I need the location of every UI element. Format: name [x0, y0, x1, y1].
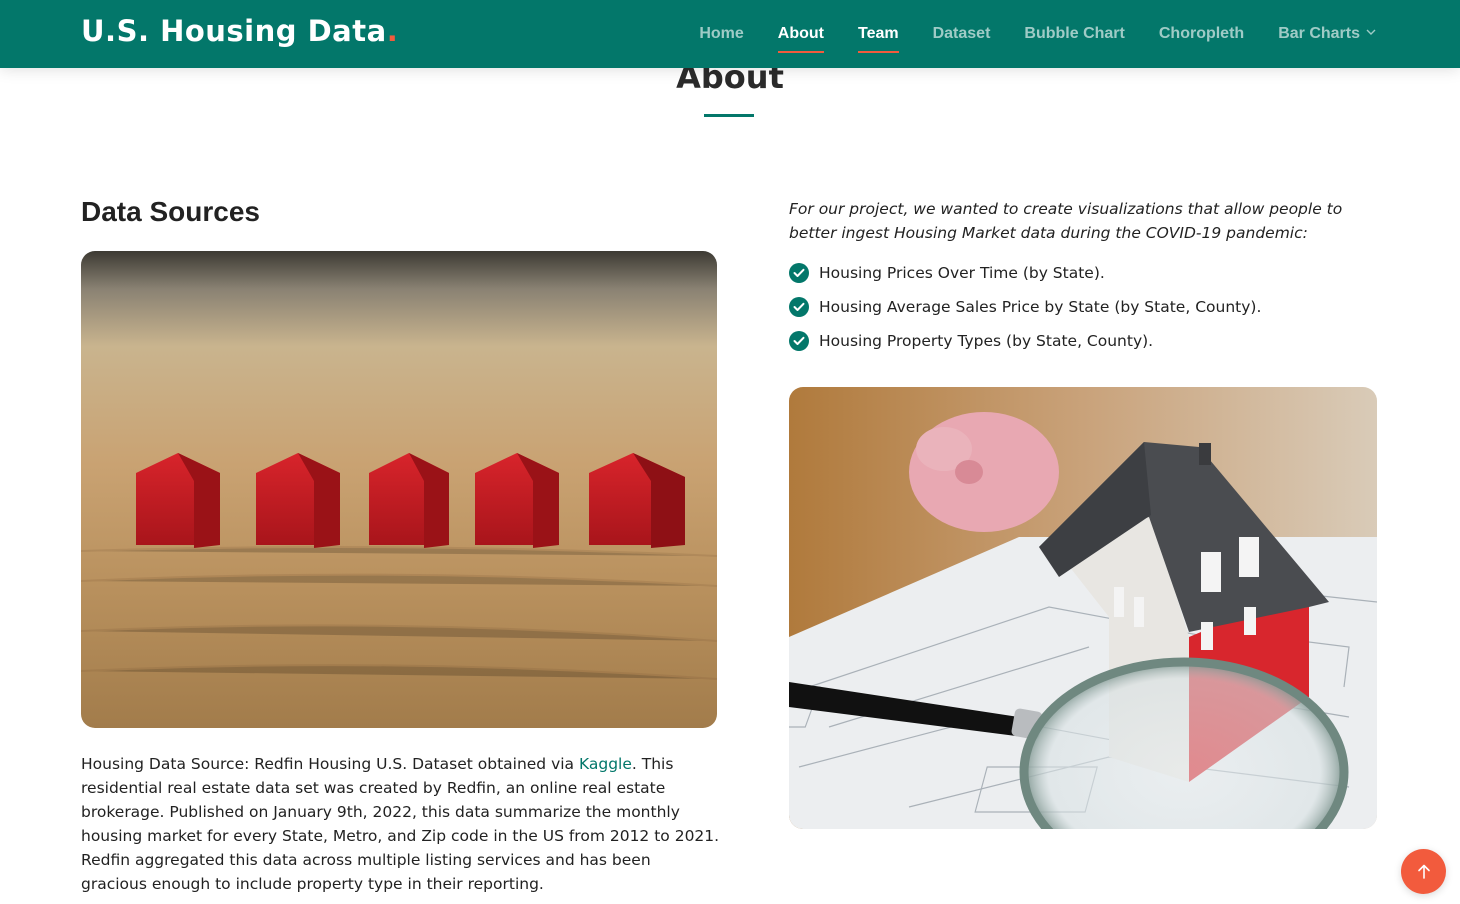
list-item: Housing Property Types (by State, County…: [789, 330, 1261, 364]
check-circle-icon: [789, 263, 809, 283]
nav-about[interactable]: About: [777, 25, 825, 53]
project-intro: For our project, we wanted to create vis…: [789, 200, 1343, 242]
title-underline: [704, 114, 754, 117]
brand-name: U.S. Housing Data: [81, 14, 387, 48]
site-header: U.S. Housing Data. Home About Team Datas…: [0, 0, 1460, 68]
visualization-checklist: Housing Prices Over Time (by State). Hou…: [789, 262, 1261, 364]
check-circle-icon: [789, 331, 809, 351]
arrow-up-icon: [1417, 864, 1430, 879]
data-source-description: Housing Data Source: Redfin Housing U.S.…: [81, 752, 721, 896]
nav-dataset[interactable]: Dataset: [933, 25, 991, 43]
red-houses-photo: [81, 251, 717, 728]
chevron-down-icon: [1366, 29, 1376, 35]
nav-bar-charts-label: Bar Charts: [1278, 25, 1360, 42]
nav-home[interactable]: Home: [699, 25, 743, 43]
data-sources-heading: Data Sources: [81, 196, 260, 227]
nav-choropleth[interactable]: Choropleth: [1159, 25, 1244, 43]
source-text-prefix: Housing Data Source: Redfin Housing U.S.…: [81, 755, 579, 773]
checklist-label: Housing Prices Over Time (by State).: [819, 264, 1105, 282]
brand-dot: .: [386, 14, 399, 48]
house-model-blueprint-photo: [789, 387, 1377, 829]
nav-bar-charts-dropdown[interactable]: Bar Charts: [1278, 25, 1376, 43]
nav-bubble-chart[interactable]: Bubble Chart: [1024, 25, 1124, 43]
main-nav: Home About Team Dataset Bubble Chart Cho…: [665, 0, 1376, 68]
list-item: Housing Prices Over Time (by State).: [789, 262, 1261, 296]
back-to-top-button[interactable]: [1401, 849, 1446, 894]
checklist-label: Housing Property Types (by State, County…: [819, 332, 1154, 350]
brand-logo[interactable]: U.S. Housing Data.: [81, 14, 398, 48]
kaggle-link[interactable]: Kaggle: [579, 755, 632, 773]
checklist-label: Housing Average Sales Price by State (by…: [819, 298, 1262, 316]
source-text-suffix: . This residential real estate data set …: [81, 755, 720, 893]
list-item: Housing Average Sales Price by State (by…: [789, 296, 1261, 330]
check-circle-icon: [789, 297, 809, 317]
nav-team[interactable]: Team: [857, 25, 899, 53]
